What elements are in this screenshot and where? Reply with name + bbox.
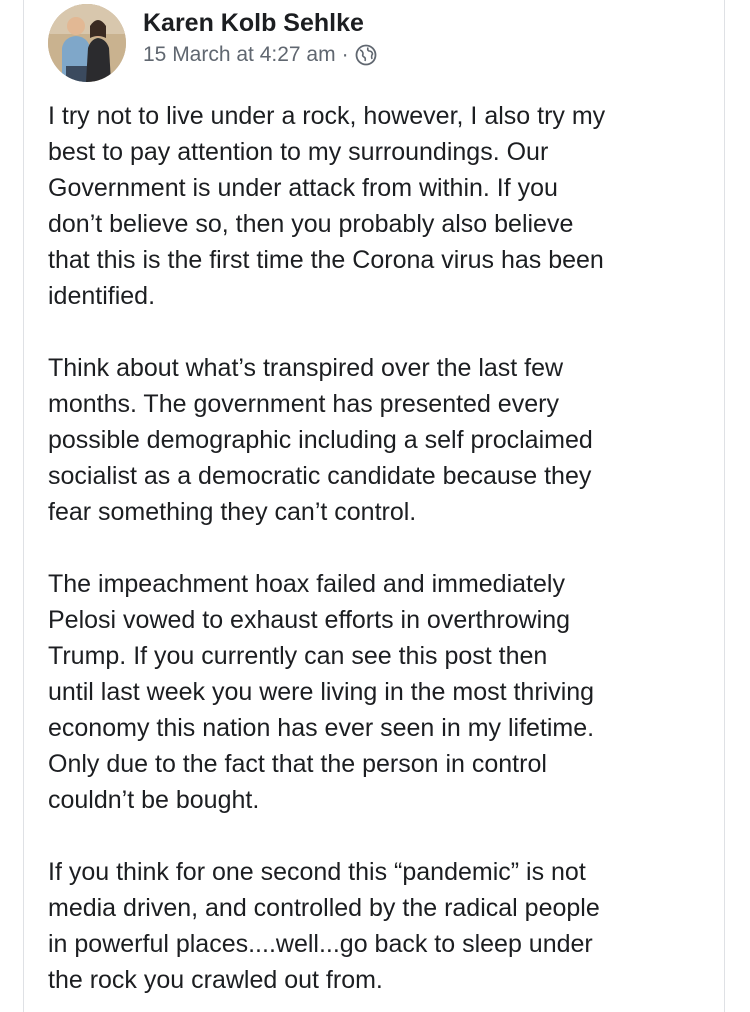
post-header: Karen Kolb Sehlke 15 March at 4:27 am ·	[48, 4, 377, 84]
separator-dot: ·	[341, 43, 349, 66]
post-timestamp[interactable]: 15 March at 4:27 am	[143, 42, 336, 68]
facebook-post-page: Karen Kolb Sehlke 15 March at 4:27 am · …	[0, 0, 750, 1012]
post-paragraph: If you think for one second this “pandem…	[48, 858, 600, 994]
post-meta: Karen Kolb Sehlke 15 March at 4:27 am ·	[143, 4, 377, 68]
author-name[interactable]: Karen Kolb Sehlke	[143, 8, 377, 38]
card-border-left	[23, 0, 24, 1012]
post-paragraph: The impeachment hoax failed and immediat…	[48, 570, 595, 814]
post-body: I try not to live under a rock, however,…	[48, 98, 713, 1012]
avatar[interactable]	[48, 4, 126, 82]
avatar-photo-icon	[48, 4, 126, 82]
post-subline: 15 March at 4:27 am ·	[143, 42, 377, 68]
card-border-right	[724, 0, 725, 1012]
post-paragraph: Think about what’s transpired over the l…	[48, 354, 593, 526]
globe-icon[interactable]	[355, 44, 377, 66]
post-paragraph: I try not to live under a rock, however,…	[48, 102, 606, 310]
